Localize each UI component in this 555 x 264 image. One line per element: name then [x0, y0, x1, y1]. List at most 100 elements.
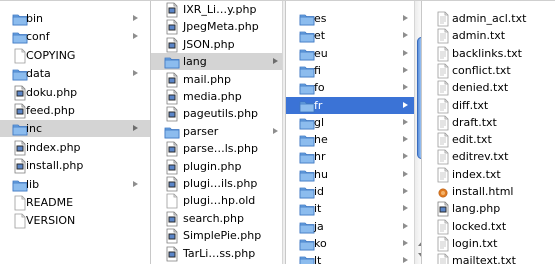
column-browser: bin conf COPYING data doku.php feed.php inc ind…: [0, 0, 555, 264]
folder-item[interactable]: conf: [0, 28, 150, 45]
folder-icon: [299, 115, 315, 131]
file-item[interactable]: JSON.php: [151, 36, 285, 53]
file-item[interactable]: VERSION: [0, 212, 150, 229]
vertical-scrollbar[interactable]: [414, 1, 421, 264]
file-item[interactable]: SimplePie.php: [151, 227, 285, 244]
item-label: lang.php: [452, 202, 501, 216]
item-label: index.php: [26, 140, 81, 154]
folder-icon: [299, 253, 315, 264]
file-item[interactable]: doku.php: [0, 84, 150, 101]
file-item[interactable]: mail.php: [151, 71, 285, 88]
item-label: data: [26, 67, 51, 81]
disclosure-arrow-icon: [403, 222, 408, 229]
folder-item[interactable]: eu: [286, 45, 421, 62]
item-label: fi: [314, 63, 321, 77]
item-label: mailtext.txt: [452, 254, 516, 264]
file-item[interactable]: install.php: [0, 157, 150, 174]
folder-item[interactable]: inc: [0, 120, 150, 138]
file-item[interactable]: install.html: [422, 183, 555, 200]
file-item[interactable]: index.php: [0, 139, 150, 156]
file-item[interactable]: index.txt: [422, 166, 555, 183]
file-item[interactable]: IXR_Li…y.php: [151, 1, 285, 18]
disclosure-arrow-icon: [273, 127, 278, 134]
item-label: pageutils.php: [183, 107, 259, 121]
php-file-icon: [164, 2, 180, 18]
folder-item[interactable]: lib: [0, 176, 150, 193]
item-label: lt: [314, 254, 322, 264]
folder-item[interactable]: parser: [151, 123, 285, 140]
file-item[interactable]: README: [0, 194, 150, 211]
item-label: es: [314, 12, 327, 25]
file-item[interactable]: editrev.txt: [422, 148, 555, 165]
file-item[interactable]: conflict.txt: [422, 62, 555, 79]
item-label: TarLi…ss.php: [183, 246, 256, 260]
folder-item[interactable]: fr: [286, 96, 421, 114]
item-label: mail.php: [183, 72, 232, 86]
text-file-icon: [435, 132, 451, 148]
file-item[interactable]: login.txt: [422, 235, 555, 252]
item-label: admin_acl.txt: [452, 12, 527, 25]
item-label: doku.php: [26, 85, 78, 99]
file-item[interactable]: feed.php: [0, 102, 150, 119]
file-item[interactable]: denied.txt: [422, 79, 555, 96]
disclosure-arrow-icon: [403, 101, 408, 108]
item-label: hr: [314, 150, 326, 164]
item-label: fr: [314, 98, 323, 112]
item-label: it: [314, 202, 322, 216]
item-label: plugi…ils.php: [183, 177, 258, 190]
item-label: lang: [183, 55, 207, 69]
folder-item[interactable]: id: [286, 183, 421, 200]
file-item[interactable]: mailtext.txt: [422, 252, 555, 264]
item-label: ja: [314, 219, 324, 233]
text-file-icon: [435, 98, 451, 114]
file-item[interactable]: locked.txt: [422, 218, 555, 235]
file-item[interactable]: edit.txt: [422, 131, 555, 148]
folder-item[interactable]: ko: [286, 235, 421, 252]
folder-item[interactable]: gl: [286, 114, 421, 131]
folder-item[interactable]: ja: [286, 218, 421, 235]
text-file-icon: [435, 63, 451, 79]
disclosure-arrow-icon: [403, 188, 408, 194]
item-label: JSON.php: [183, 37, 235, 51]
file-item[interactable]: COPYING: [0, 47, 150, 64]
item-label: login.txt: [452, 236, 498, 250]
folder-item[interactable]: fi: [286, 62, 421, 79]
file-item[interactable]: search.php: [151, 210, 285, 227]
folder-item[interactable]: he: [286, 131, 421, 148]
file-item[interactable]: draft.txt: [422, 114, 555, 131]
disclosure-arrow-icon: [403, 136, 408, 143]
file-item[interactable]: plugi…ils.php: [151, 175, 285, 192]
item-label: parser: [183, 124, 219, 138]
file-item[interactable]: JpegMeta.php: [151, 18, 285, 35]
folder-item[interactable]: bin: [0, 10, 150, 27]
item-label: VERSION: [26, 214, 76, 228]
file-item[interactable]: media.php: [151, 88, 285, 105]
item-label: IXR_Li…y.php: [183, 3, 257, 16]
folder-item[interactable]: data: [0, 65, 150, 82]
folder-item[interactable]: hr: [286, 148, 421, 165]
folder-item[interactable]: hu: [286, 166, 421, 183]
file-item[interactable]: backlinks.txt: [422, 45, 555, 62]
folder-item[interactable]: es: [286, 10, 421, 27]
text-file-icon: [435, 80, 451, 96]
file-item[interactable]: lang.php: [422, 200, 555, 217]
file-item[interactable]: parse…ls.php: [151, 140, 285, 157]
disclosure-arrow-icon: [403, 49, 408, 56]
file-item[interactable]: admin_acl.txt: [422, 10, 555, 27]
file-item[interactable]: plugin.php: [151, 158, 285, 175]
file-item[interactable]: diff.txt: [422, 97, 555, 114]
folder-icon: [164, 54, 180, 70]
folder-item[interactable]: it: [286, 200, 421, 217]
file-item[interactable]: admin.txt: [422, 27, 555, 44]
item-label: ko: [314, 236, 327, 250]
file-item[interactable]: TarLi…ss.php: [151, 245, 285, 262]
folder-item[interactable]: et: [286, 27, 421, 44]
file-item[interactable]: plugi…hp.old: [151, 192, 285, 209]
folder-item[interactable]: fo: [286, 79, 421, 96]
folder-item[interactable]: lang: [151, 53, 285, 71]
item-label: backlinks.txt: [452, 46, 522, 60]
text-file-icon: [435, 149, 451, 165]
disclosure-arrow-icon: [403, 15, 408, 21]
file-item[interactable]: pageutils.php: [151, 105, 285, 122]
folder-item[interactable]: lt: [286, 252, 421, 264]
